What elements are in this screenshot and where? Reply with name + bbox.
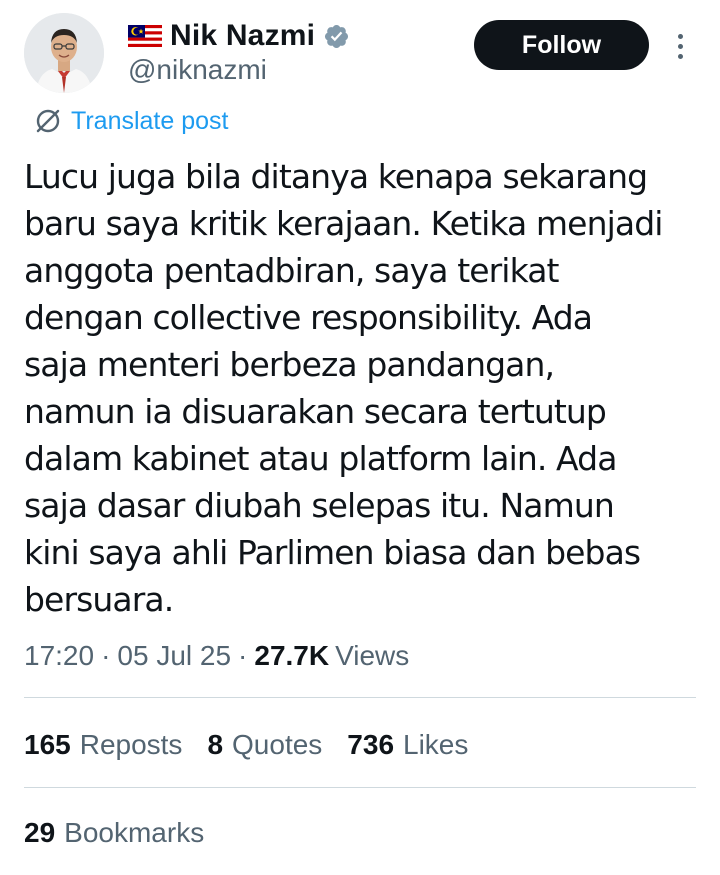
verified-badge-icon[interactable] [323, 23, 350, 50]
author-name-row[interactable]: Nik Nazmi [128, 16, 350, 56]
translate-post-link[interactable]: Translate post [34, 103, 228, 139]
post-meta: 17:20 · 05 Jul 25 · 27.7K Views [24, 636, 409, 676]
follow-button[interactable]: Follow [474, 20, 649, 70]
bookmarks-stat[interactable]: 29 Bookmarks [24, 813, 204, 853]
likes-stat[interactable]: 736 Likes [347, 729, 468, 761]
translate-post-label: Translate post [71, 106, 229, 135]
author-display-name[interactable]: Nik Nazmi [170, 19, 315, 53]
malaysia-flag-icon [128, 25, 162, 47]
author-handle[interactable]: @niknazmi [128, 54, 267, 86]
engagement-stats: 165 Reposts 8 Quotes 736 Likes [24, 725, 493, 765]
post-date[interactable]: 05 Jul 25 [117, 640, 231, 672]
reposts-stat[interactable]: 165 Reposts [24, 729, 182, 761]
views-label: Views [335, 640, 410, 671]
views-count: 27.7K [254, 640, 330, 671]
avatar-photo [24, 13, 104, 93]
reposts-count: 165 [24, 729, 71, 760]
post-text: Lucu juga bila ditanya kenapa sekarang b… [24, 157, 663, 619]
more-vertical-icon[interactable] [668, 26, 692, 66]
bookmarks-label: Bookmarks [64, 817, 205, 848]
divider [24, 787, 696, 788]
quotes-count: 8 [207, 729, 224, 760]
likes-label: Likes [403, 729, 469, 760]
bookmarks-count: 29 [24, 817, 56, 848]
likes-count: 736 [347, 729, 395, 760]
meta-separator: · [101, 640, 111, 671]
post-time[interactable]: 17:20 [24, 640, 94, 672]
quotes-label: Quotes [232, 729, 323, 760]
meta-separator: · [238, 640, 248, 671]
more-dot [677, 53, 683, 59]
divider [24, 697, 696, 698]
reposts-label: Reposts [79, 729, 183, 760]
more-dot [677, 43, 683, 49]
more-dot [677, 33, 683, 39]
quotes-stat[interactable]: 8 Quotes [207, 729, 322, 761]
translate-icon [34, 107, 62, 135]
avatar[interactable] [24, 13, 104, 93]
